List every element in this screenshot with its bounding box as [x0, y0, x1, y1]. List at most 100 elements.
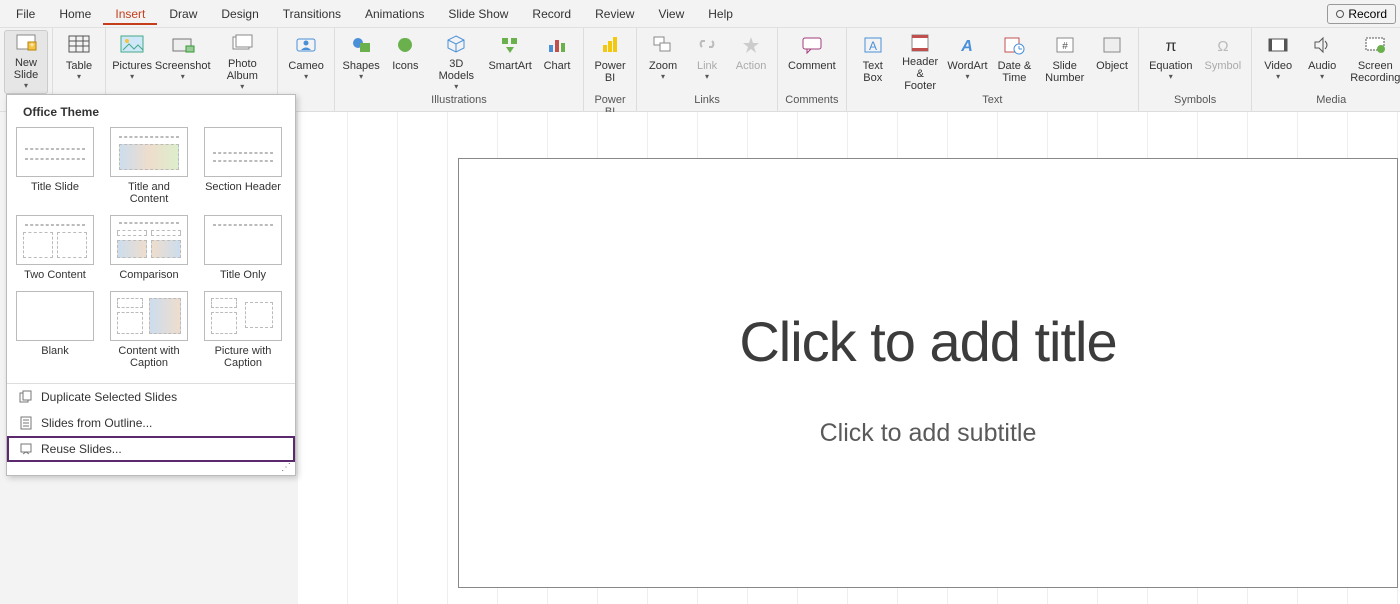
- menu-home[interactable]: Home: [47, 3, 103, 25]
- icons-icon: [394, 32, 416, 58]
- slides-from-outline-item[interactable]: Slides from Outline...: [7, 410, 295, 436]
- layout-title-and-content[interactable]: Title and Content: [109, 127, 189, 205]
- text-box-button[interactable]: A Text Box: [851, 30, 895, 94]
- menu-record[interactable]: Record: [520, 3, 583, 25]
- video-label: Video: [1264, 60, 1292, 72]
- layout-label: Blank: [41, 345, 69, 357]
- svg-text:π: π: [1165, 38, 1176, 55]
- 3d-models-button[interactable]: 3D Models▾: [427, 30, 485, 94]
- layout-picture-with-caption[interactable]: Picture with Caption: [203, 291, 283, 369]
- equation-button[interactable]: πEquation▾: [1143, 30, 1198, 94]
- record-button[interactable]: Record: [1327, 4, 1396, 24]
- group-links: Links: [641, 94, 773, 108]
- object-label: Object: [1096, 60, 1128, 72]
- layout-content-with-caption[interactable]: Content with Caption: [109, 291, 189, 369]
- duplicate-label: Duplicate Selected Slides: [41, 390, 177, 404]
- comment-button[interactable]: Comment: [782, 30, 842, 94]
- audio-button[interactable]: Audio▾: [1300, 30, 1344, 94]
- menu-design[interactable]: Design: [209, 3, 270, 25]
- chart-button[interactable]: Chart: [535, 30, 579, 94]
- new-slide-button[interactable]: + New Slide ▾: [4, 30, 48, 94]
- menu-insert[interactable]: Insert: [103, 3, 157, 25]
- title-placeholder[interactable]: Click to add title: [459, 309, 1397, 374]
- header-footer-icon: [909, 32, 931, 54]
- group-text: Text: [851, 94, 1134, 108]
- slide[interactable]: Click to add title Click to add subtitle: [458, 158, 1398, 588]
- layout-blank[interactable]: Blank: [15, 291, 95, 369]
- zoom-label: Zoom: [649, 60, 677, 72]
- chevron-down-icon: ▾: [1320, 73, 1324, 82]
- layout-two-content[interactable]: Two Content: [15, 215, 95, 281]
- text-box-icon: A: [862, 32, 884, 58]
- shapes-button[interactable]: Shapes▾: [339, 30, 384, 94]
- photo-album-icon: [230, 32, 254, 56]
- chart-label: Chart: [544, 60, 571, 72]
- screenshot-button[interactable]: Screenshot▾: [154, 30, 211, 94]
- header-footer-button[interactable]: Header & Footer: [895, 30, 946, 94]
- layout-title-only[interactable]: Title Only: [203, 215, 283, 281]
- icons-label: Icons: [392, 60, 418, 72]
- smartart-icon: [499, 32, 521, 58]
- menu-file[interactable]: File: [4, 3, 47, 25]
- chevron-down-icon: ▾: [77, 73, 81, 82]
- smartart-button[interactable]: SmartArt: [485, 30, 535, 94]
- chevron-down-icon: ▾: [661, 73, 665, 82]
- date-time-button[interactable]: Date & Time: [989, 30, 1039, 94]
- chevron-down-icon: ▾: [965, 73, 969, 82]
- menu-review[interactable]: Review: [583, 3, 646, 25]
- layout-section-header[interactable]: Section Header: [203, 127, 283, 205]
- chevron-down-icon: ▾: [304, 73, 308, 82]
- screen-recording-label: Screen Recording: [1350, 60, 1400, 84]
- table-button[interactable]: Table ▾: [57, 30, 101, 94]
- layout-gallery: Title Slide Title and Content Section He…: [13, 125, 289, 373]
- power-bi-button[interactable]: Power BI: [588, 30, 632, 94]
- group-symbols: Symbols: [1143, 94, 1247, 108]
- duplicate-slides-item[interactable]: Duplicate Selected Slides: [7, 384, 295, 410]
- equation-label: Equation: [1149, 60, 1192, 72]
- layout-comparison[interactable]: Comparison: [109, 215, 189, 281]
- dropdown-resize-grip[interactable]: ⋰: [7, 462, 295, 475]
- video-button[interactable]: Video▾: [1256, 30, 1300, 94]
- new-slide-label: New Slide: [11, 57, 41, 81]
- layout-title-slide[interactable]: Title Slide: [15, 127, 95, 205]
- audio-icon: [1311, 32, 1333, 58]
- menu-help[interactable]: Help: [696, 3, 745, 25]
- layout-label: Title Only: [220, 269, 266, 281]
- symbol-button: ΩSymbol: [1199, 30, 1248, 94]
- object-icon: [1101, 32, 1123, 58]
- link-icon: [696, 32, 718, 58]
- reuse-label: Reuse Slides...: [41, 442, 122, 456]
- chevron-down-icon: ▾: [130, 73, 134, 82]
- photo-album-button[interactable]: Photo Album▾: [211, 30, 273, 94]
- icons-button[interactable]: Icons: [383, 30, 427, 94]
- subtitle-placeholder[interactable]: Click to add subtitle: [459, 419, 1397, 448]
- svg-text:A: A: [869, 39, 877, 53]
- screenshot-icon: [171, 32, 195, 58]
- comment-label: Comment: [788, 60, 836, 72]
- record-icon: [1336, 10, 1344, 18]
- cameo-button[interactable]: Cameo▾: [282, 30, 329, 94]
- slide-number-label: Slide Number: [1045, 60, 1084, 84]
- menu-animations[interactable]: Animations: [353, 3, 436, 25]
- text-box-label: Text Box: [857, 60, 889, 84]
- reuse-slides-item[interactable]: Reuse Slides...: [7, 436, 295, 462]
- menu-view[interactable]: View: [646, 3, 696, 25]
- slide-number-button[interactable]: #Slide Number: [1039, 30, 1090, 94]
- menu-transitions[interactable]: Transitions: [271, 3, 353, 25]
- screen-recording-button[interactable]: Screen Recording: [1344, 30, 1400, 94]
- layout-label: Comparison: [119, 269, 178, 281]
- menu-slideshow[interactable]: Slide Show: [436, 3, 520, 25]
- shapes-label: Shapes: [342, 60, 379, 72]
- pictures-button[interactable]: Pictures▾: [110, 30, 154, 94]
- layout-label: Section Header: [205, 181, 281, 193]
- menu-draw[interactable]: Draw: [157, 3, 209, 25]
- smartart-label: SmartArt: [488, 60, 531, 72]
- video-icon: [1267, 32, 1289, 58]
- object-button[interactable]: Object: [1090, 30, 1134, 94]
- date-time-label: Date & Time: [995, 60, 1033, 84]
- zoom-button[interactable]: Zoom▾: [641, 30, 685, 94]
- symbol-icon: Ω: [1212, 32, 1234, 58]
- group-comments: Comments: [782, 94, 842, 108]
- menu-bar: File Home Insert Draw Design Transitions…: [0, 0, 1400, 28]
- wordart-button[interactable]: AWordArt▾: [945, 30, 989, 94]
